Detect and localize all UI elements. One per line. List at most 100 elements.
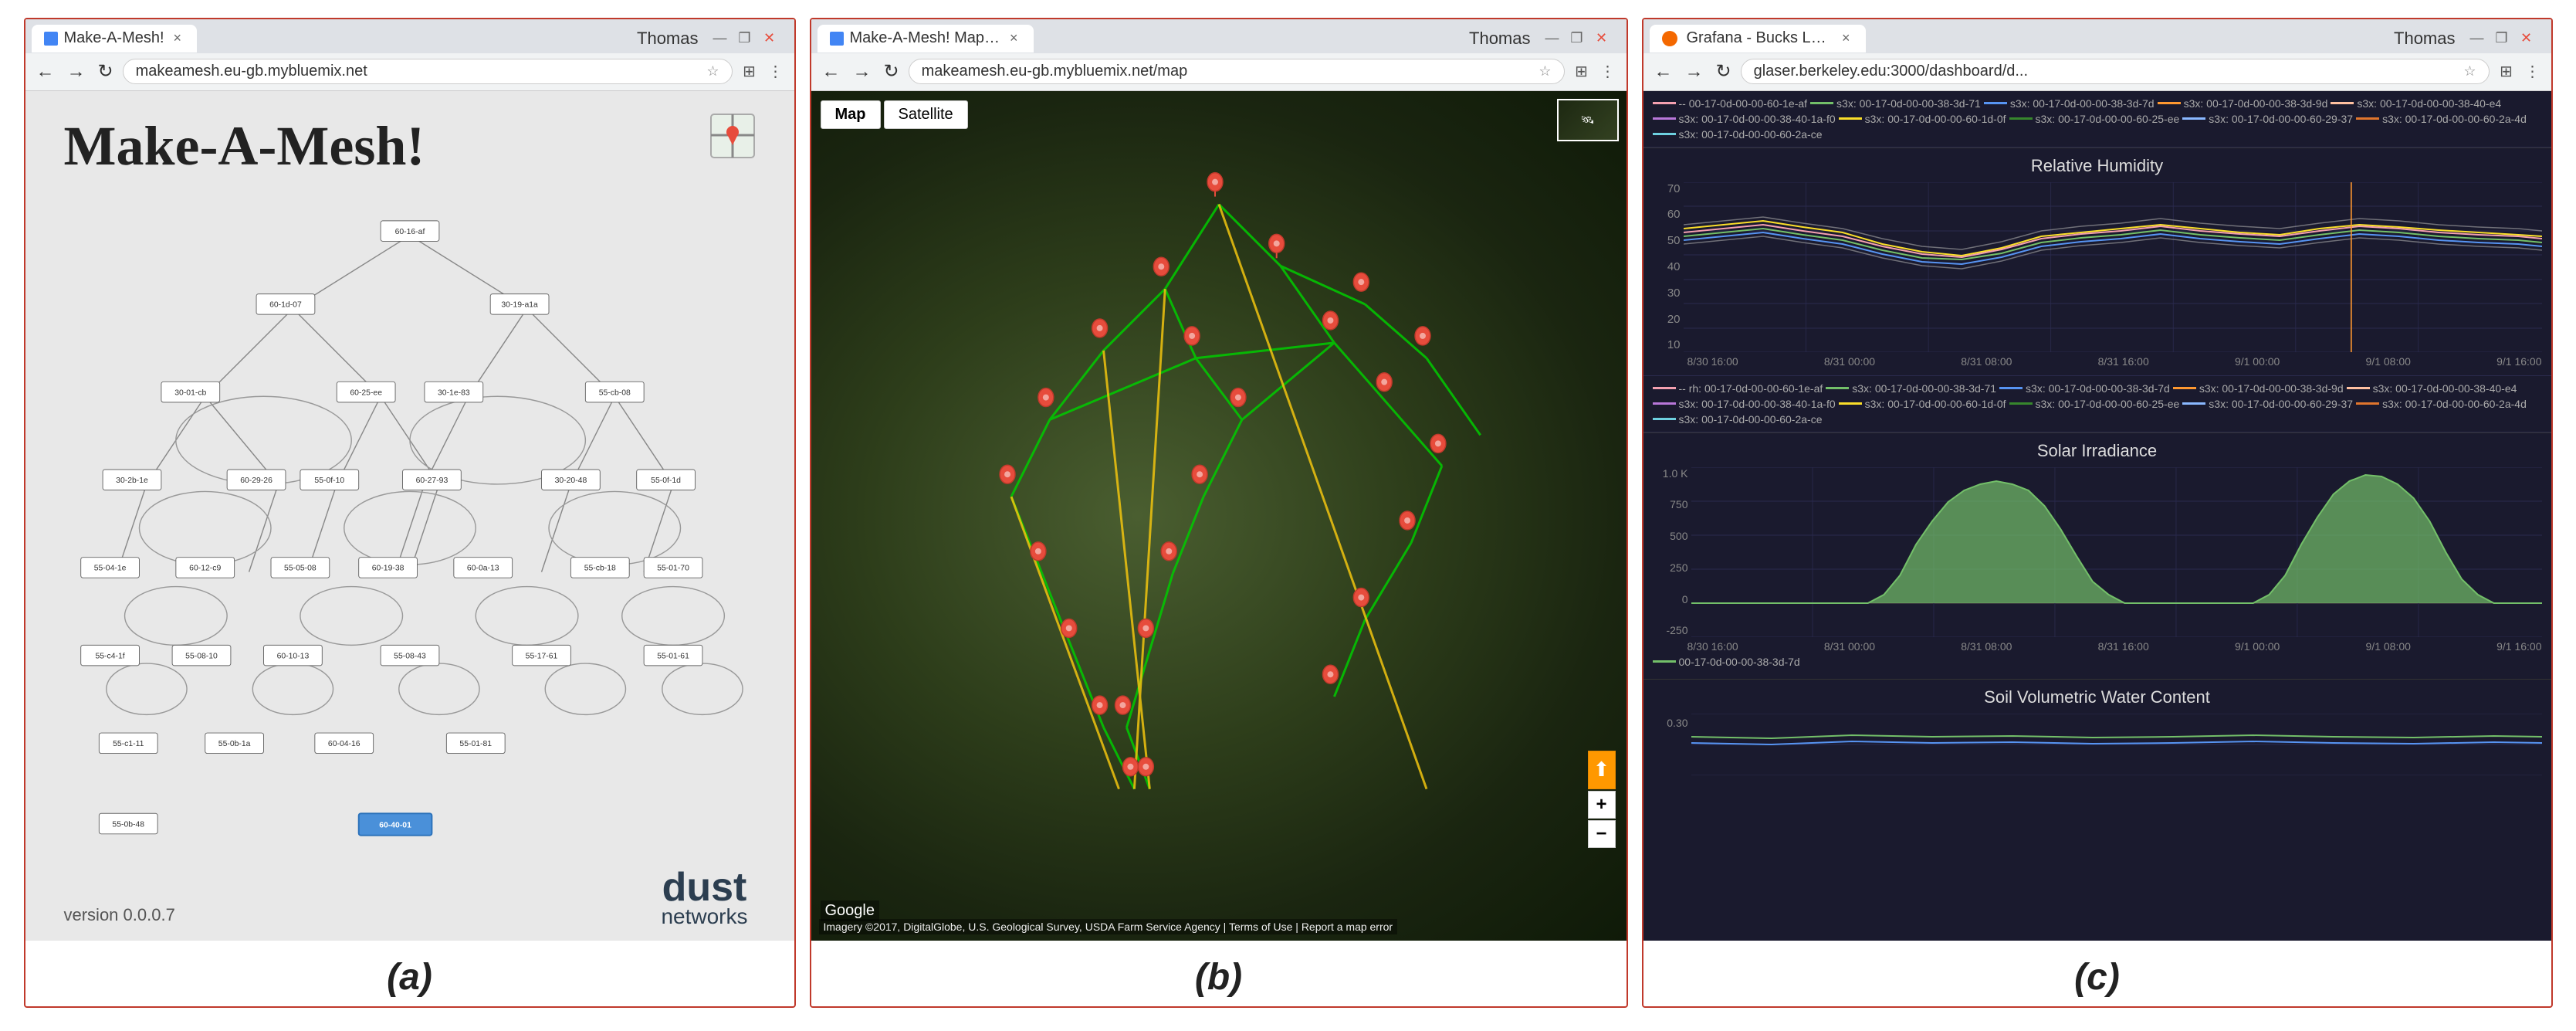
star-icon-b[interactable]: ☆ <box>1538 63 1551 80</box>
chart2-y-axis: 1.0 K 750 500 250 0 -250 <box>1653 467 1691 637</box>
maximize-btn-c[interactable]: ❐ <box>2491 28 2513 49</box>
legend-mid-4: s3x: 00-17-0d-00-00-38-40-e4 <box>2347 382 2517 395</box>
legend-color-10 <box>1653 133 1676 135</box>
satellite-btn[interactable]: Satellite <box>884 100 968 129</box>
dust-logo-main: dust <box>661 864 747 911</box>
tab-b[interactable]: Make-A-Mesh! Map - 3l... × <box>817 25 1034 53</box>
chart2-legend-label: 00-17-0d-00-00-38-3d-7d <box>1679 656 1800 668</box>
back-btn-a[interactable]: ← <box>33 58 58 86</box>
zoom-controls: ⬆ + − <box>1588 751 1616 848</box>
forward-btn-c[interactable]: → <box>1682 58 1707 86</box>
svg-text:30-1e-83: 30-1e-83 <box>438 388 470 397</box>
back-btn-c[interactable]: ← <box>1651 58 1676 86</box>
minimize-btn-c[interactable]: — <box>2466 28 2488 49</box>
address-bar-c[interactable]: glaser.berkeley.edu:3000/dashboard/d... … <box>1741 59 2490 84</box>
close-btn-b[interactable]: ✕ <box>1591 28 1613 49</box>
chart1-area <box>1684 182 2542 352</box>
star-icon-c[interactable]: ☆ <box>2463 63 2476 80</box>
y-label-250: 250 <box>1670 561 1687 574</box>
svg-text:W/m²: W/m² <box>1691 551 1692 572</box>
chart2-container: Solar Irradiance 1.0 K 750 500 250 0 -25… <box>1643 432 2551 679</box>
legend-mid-5: s3x: 00-17-0d-00-00-38-40-1a-f0 <box>1653 398 1836 410</box>
reload-btn-a[interactable]: ↻ <box>95 57 117 86</box>
window-controls-b: Thomas — ❐ ✕ <box>1461 28 1620 49</box>
user-name-a: Thomas <box>637 29 698 49</box>
tab-close-a[interactable]: × <box>171 29 185 48</box>
legend-mid-label-2: s3x: 00-17-0d-00-00-38-3d-7d <box>2026 382 2170 395</box>
legend-item-4: s3x: 00-17-0d-00-00-38-40-e4 <box>2331 97 2501 110</box>
chart2-area: W/m² <box>1691 467 2542 637</box>
chart1-svg <box>1684 182 2542 352</box>
panel-b-label: (b) <box>811 941 1627 1006</box>
bookmark-icon-c[interactable]: ⊞ <box>2496 61 2517 83</box>
tab-close-c[interactable]: × <box>1839 29 1853 48</box>
maximize-btn-b[interactable]: ❐ <box>1566 28 1588 49</box>
zoom-in-btn[interactable]: + <box>1588 791 1616 819</box>
forward-btn-a[interactable]: → <box>64 58 89 86</box>
grafana-legend-top: -- 00-17-0d-00-00-60-1e-af s3x: 00-17-0d… <box>1643 91 2551 148</box>
svg-text:30-20-48: 30-20-48 <box>554 476 587 485</box>
legend-mid-label-3: s3x: 00-17-0d-00-00-38-3d-9d <box>2199 382 2344 395</box>
legend-item-2: s3x: 00-17-0d-00-00-38-3d-7d <box>1984 97 2155 110</box>
menu-icon-a[interactable]: ⋮ <box>765 61 787 83</box>
svg-text:30-19-a1a: 30-19-a1a <box>501 300 538 309</box>
minimize-btn-a[interactable]: — <box>709 28 731 49</box>
chart2-x-axis: 8/30 16:00 8/31 00:00 8/31 08:00 8/31 16… <box>1653 637 2542 653</box>
back-btn-b[interactable]: ← <box>819 58 844 86</box>
svg-text:55-01-70: 55-01-70 <box>657 564 689 572</box>
legend-item-6: s3x: 00-17-0d-00-00-60-1d-0f <box>1839 113 2006 125</box>
bookmark-icon-a[interactable]: ⊞ <box>739 61 760 83</box>
close-btn-c[interactable]: ✕ <box>2516 28 2537 49</box>
tab-title-a: Make-A-Mesh! <box>64 29 164 47</box>
svg-text:55-17-61: 55-17-61 <box>525 652 557 660</box>
svg-text:60-1d-07: 60-1d-07 <box>269 300 302 309</box>
bookmark-icon-b[interactable]: ⊞ <box>1571 61 1593 83</box>
address-bar-a[interactable]: makeamesh.eu-gb.mybluemix.net ☆ <box>123 59 733 84</box>
grafana-favicon <box>1662 31 1677 46</box>
reload-btn-c[interactable]: ↻ <box>1713 57 1735 86</box>
legend-mid-color-3 <box>2173 387 2196 389</box>
minimize-btn-b[interactable]: — <box>1542 28 1563 49</box>
zoom-out-btn[interactable]: − <box>1588 820 1616 848</box>
legend-item-9: s3x: 00-17-0d-00-00-60-2a-4d <box>2356 113 2527 125</box>
svg-text:55-05-08: 55-05-08 <box>284 564 316 572</box>
reload-btn-b[interactable]: ↻ <box>881 57 902 86</box>
tab-a[interactable]: Make-A-Mesh! × <box>32 25 198 53</box>
tab-close-b[interactable]: × <box>1007 29 1021 48</box>
legend-label-7: s3x: 00-17-0d-00-00-60-25-ee <box>2036 113 2180 125</box>
forward-btn-b[interactable]: → <box>850 58 875 86</box>
close-btn-a[interactable]: ✕ <box>759 28 780 49</box>
legend-item-5: s3x: 00-17-0d-00-00-38-40-1a-f0 <box>1653 113 1836 125</box>
svg-text:55-0b-48: 55-0b-48 <box>112 820 144 829</box>
chart3-area <box>1691 714 2542 775</box>
tab-title-b: Make-A-Mesh! Map - 3l... <box>850 29 1000 47</box>
menu-icon-c[interactable]: ⋮ <box>2522 61 2544 83</box>
legend-mid-7: s3x: 00-17-0d-00-00-60-25-ee <box>2009 398 2180 410</box>
svg-text:60-27-93: 60-27-93 <box>415 476 448 485</box>
y-label-500: 500 <box>1670 530 1687 542</box>
chart1-container: Relative Humidity 70 60 50 40 30 20 10 <box>1643 148 2551 375</box>
legend-mid-label-1: s3x: 00-17-0d-00-00-38-3d-71 <box>1852 382 1996 395</box>
chart3-y-axis: 0.30 <box>1653 714 1691 775</box>
legend-label-6: s3x: 00-17-0d-00-00-60-1d-0f <box>1865 113 2006 125</box>
legend-mid-color-0 <box>1653 387 1676 389</box>
maximize-btn-a[interactable]: ❐ <box>734 28 756 49</box>
legend-mid-color-8 <box>2182 402 2205 405</box>
legend-color-5 <box>1653 117 1676 120</box>
window-controls-a: Thomas — ❐ ✕ <box>629 28 787 49</box>
chart3-title: Soil Volumetric Water Content <box>1653 687 2542 707</box>
legend-mid-label-4: s3x: 00-17-0d-00-00-38-40-e4 <box>2373 382 2517 395</box>
tab-bar-b: Make-A-Mesh! Map - 3l... × Thomas — ❐ ✕ <box>811 19 1627 53</box>
legend-mid-label-9: s3x: 00-17-0d-00-00-60-2a-4d <box>2382 398 2527 410</box>
y-label-20: 20 <box>1667 313 1681 326</box>
y-label-50: 50 <box>1667 234 1681 247</box>
svg-text:55-04-1e: 55-04-1e <box>93 564 126 572</box>
legend-color-9 <box>2356 117 2379 120</box>
menu-icon-b[interactable]: ⋮ <box>1597 61 1619 83</box>
tab-c[interactable]: Grafana - Bucks Lake × <box>1650 25 1866 53</box>
panel-b-content: Map Satellite 🛰 <box>811 91 1627 941</box>
address-bar-b[interactable]: makeamesh.eu-gb.mybluemix.net/map ☆ <box>909 59 1565 84</box>
zoom-handle[interactable]: ⬆ <box>1588 751 1616 789</box>
star-icon-a[interactable]: ☆ <box>706 63 719 80</box>
map-btn[interactable]: Map <box>821 100 881 129</box>
